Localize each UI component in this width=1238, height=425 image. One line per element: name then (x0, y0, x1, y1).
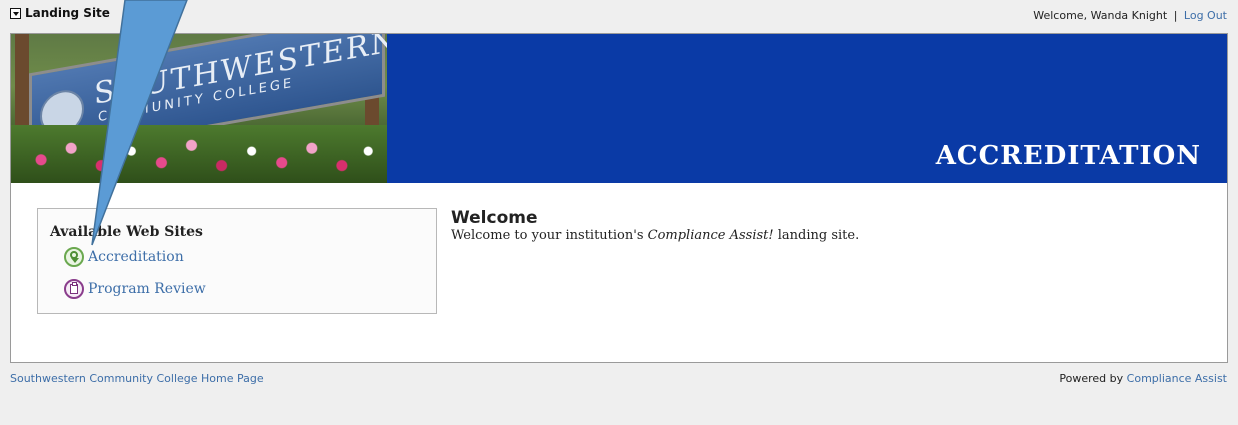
top-bar: Landing Site Welcome, Wanda Knight | Log… (0, 0, 1238, 32)
site-link-program-review[interactable]: Program Review (64, 279, 206, 299)
main-frame: SOUTHWESTERN COMMUNITY COLLEGE ACCREDITA… (10, 33, 1228, 363)
welcome-title: Welcome (451, 208, 538, 228)
welcome-section: Welcome Welcome to your institution's Co… (451, 208, 859, 244)
welcome-text-start: Welcome to your institution's (451, 228, 648, 243)
site-menu-dropdown[interactable]: Landing Site (10, 6, 110, 20)
site-link-label[interactable]: Accreditation (88, 249, 184, 265)
separator: | (1173, 9, 1178, 22)
dropdown-arrow-icon[interactable] (10, 7, 21, 19)
user-area: Welcome, Wanda Knight | Log Out (1033, 9, 1227, 22)
header-banner: SOUTHWESTERN COMMUNITY COLLEGE ACCREDITA… (11, 34, 1227, 183)
powered-by: Powered by Compliance Assist (1059, 372, 1227, 385)
sites-heading: Available Web Sites (50, 224, 203, 240)
clipboard-icon[interactable] (64, 279, 84, 299)
available-sites-panel: Available Web Sites Accreditation Progra… (37, 208, 437, 314)
tulip-flowers (11, 125, 387, 183)
logout-link[interactable]: Log Out (1184, 9, 1227, 22)
compliance-assist-link[interactable]: Compliance Assist (1127, 372, 1227, 385)
site-menu-label[interactable]: Landing Site (25, 6, 110, 20)
powered-prefix: Powered by (1059, 372, 1127, 385)
site-link-label[interactable]: Program Review (88, 281, 206, 297)
welcome-text: Welcome to your institution's Compliance… (451, 228, 859, 244)
sign-line-1: SOUTHWESTERN (94, 34, 387, 112)
banner-title: ACCREDITATION (935, 141, 1201, 171)
product-name: Compliance Assist! (647, 228, 774, 243)
accreditation-ribbon-icon[interactable] (64, 247, 84, 267)
user-name: Wanda Knight (1090, 9, 1168, 22)
college-home-link[interactable]: Southwestern Community College Home Page (10, 372, 264, 385)
campus-sign-photo: SOUTHWESTERN COMMUNITY COLLEGE (11, 34, 387, 183)
site-link-accreditation[interactable]: Accreditation (64, 247, 184, 267)
welcome-text-end: landing site. (773, 228, 860, 243)
welcome-prefix: Welcome, (1033, 9, 1091, 22)
